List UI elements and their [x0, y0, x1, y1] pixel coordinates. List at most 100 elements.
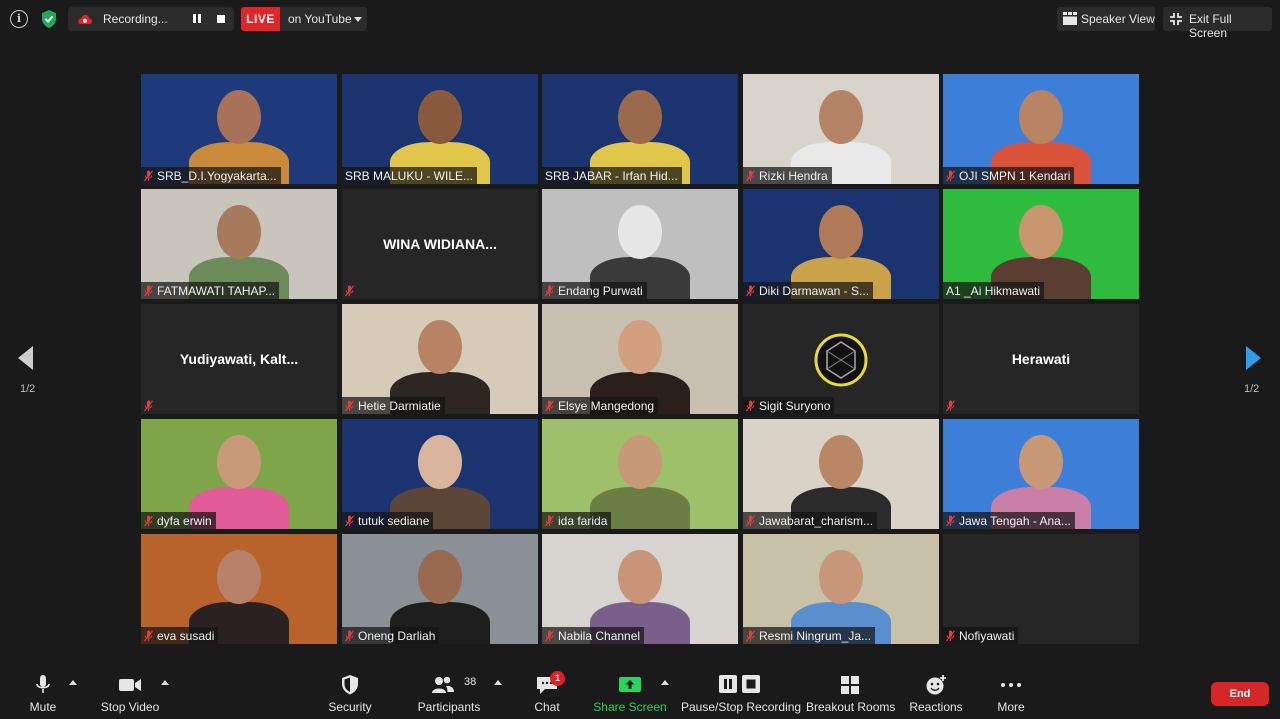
participants-button[interactable]: 38 Participants — [414, 664, 484, 719]
participants-options-caret-icon[interactable] — [494, 680, 502, 685]
breakout-rooms-button[interactable]: Breakout Rooms — [806, 664, 896, 719]
participants-count: 38 — [464, 676, 477, 688]
participant-name-label — [342, 282, 358, 299]
share-screen-label: Share Screen — [593, 700, 667, 714]
participant-name: OJI SMPN 1 Kendari — [959, 168, 1071, 183]
mute-button[interactable]: Mute — [18, 664, 68, 719]
participant-tile[interactable]: OJI SMPN 1 Kendari — [943, 74, 1139, 184]
participant-tile[interactable]: Resmi Ningrum_Ja... — [743, 534, 939, 644]
participant-tile[interactable]: Diki Darmawan - S... — [743, 189, 939, 299]
participant-tile[interactable]: Sigit Suryono — [743, 304, 939, 414]
video-options-caret-icon[interactable] — [161, 680, 169, 685]
participant-name-label: Oneng Darliah — [342, 627, 440, 644]
exit-fullscreen-icon — [1170, 13, 1182, 25]
participant-tile[interactable]: Elsye Mangedong — [542, 304, 738, 414]
participant-tile[interactable]: FATMAWATI TAHAP... — [141, 189, 337, 299]
participant-face — [418, 90, 462, 144]
participant-face — [618, 205, 662, 259]
pause-stop-recording-button[interactable]: Pause/Stop Recording — [681, 664, 801, 719]
more-dots-icon — [1001, 683, 1021, 687]
end-meeting-button[interactable]: End — [1211, 682, 1269, 706]
participant-tile[interactable]: dyfa erwin — [141, 419, 337, 529]
participant-name: SRB JABAR - Irfan Hid... — [545, 168, 678, 183]
participant-name-label: Sigit Suryono — [743, 397, 835, 414]
participant-face — [618, 90, 662, 144]
chat-unread-badge: 1 — [550, 671, 565, 686]
muted-microphone-icon — [946, 629, 955, 642]
exit-fullscreen-label: Exit Full Screen — [1189, 12, 1232, 40]
participant-tile[interactable]: Rizki Hendra — [743, 74, 939, 184]
muted-microphone-icon — [746, 284, 755, 297]
participant-tile[interactable]: SRB MALUKU - WILE... — [342, 74, 538, 184]
participant-tile[interactable]: ida farida — [542, 419, 738, 529]
video-gallery: SRB_D.I.Yogyakarta... SRB MALUKU - WILE..… — [141, 74, 1139, 644]
audio-options-caret-icon[interactable] — [69, 680, 77, 685]
participant-tile[interactable]: Nabila Channel — [542, 534, 738, 644]
security-button[interactable]: Security — [325, 664, 375, 719]
participant-name-label: Jawa Tengah - Ana... — [943, 512, 1075, 529]
participant-tile[interactable]: Nofiyawati — [943, 534, 1139, 644]
breakout-rooms-label: Breakout Rooms — [806, 700, 896, 714]
exit-fullscreen-button[interactable]: Exit Full Screen — [1163, 7, 1272, 40]
participant-name: Elsye Mangedong — [558, 398, 655, 413]
share-options-caret-icon[interactable] — [661, 680, 669, 685]
chat-button[interactable]: 1 Chat — [527, 664, 567, 719]
stream-target-dropdown[interactable]: on YouTube — [280, 7, 367, 31]
participant-face — [1019, 90, 1063, 144]
participant-face — [819, 435, 863, 489]
muted-microphone-icon — [345, 284, 354, 297]
muted-microphone-icon — [545, 629, 554, 642]
previous-page-arrow-icon[interactable] — [18, 346, 33, 370]
participant-tile[interactable]: Herawati — [943, 304, 1139, 414]
participant-name-label: Elsye Mangedong — [542, 397, 659, 414]
participant-name: FATMAWATI TAHAP... — [157, 283, 276, 298]
participant-tile[interactable]: Hetie Darmiatie — [342, 304, 538, 414]
muted-microphone-icon — [345, 629, 354, 642]
reactions-label: Reactions — [909, 700, 963, 714]
more-button[interactable]: More — [990, 664, 1032, 719]
participant-tile[interactable]: Oneng Darliah — [342, 534, 538, 644]
participant-name-label: SRB JABAR - Irfan Hid... — [542, 167, 682, 184]
muted-microphone-icon — [144, 514, 153, 527]
participant-display-name: Yudiyawati, Kalt... — [179, 351, 299, 367]
participant-face — [819, 550, 863, 604]
microphone-icon — [36, 675, 50, 693]
participant-name: Nofiyawati — [959, 628, 1015, 643]
participant-name-label: dyfa erwin — [141, 512, 216, 529]
participant-tile[interactable]: Jawabarat_charism... — [743, 419, 939, 529]
live-badge: LIVE — [241, 7, 280, 31]
stop-recording-button[interactable] — [217, 15, 225, 23]
pause-recording-button[interactable] — [191, 13, 203, 25]
muted-microphone-icon — [345, 514, 354, 527]
muted-microphone-icon — [144, 169, 153, 182]
security-shield-icon[interactable] — [38, 8, 60, 30]
participant-tile[interactable]: WINA WIDIANA... — [342, 189, 538, 299]
chevron-down-icon — [354, 17, 362, 22]
participant-tile[interactable]: Endang Purwati — [542, 189, 738, 299]
speaker-view-button[interactable]: Speaker View — [1057, 7, 1155, 31]
participant-tile[interactable]: Jawa Tengah - Ana... — [943, 419, 1139, 529]
participant-tile[interactable]: tutuk sediane — [342, 419, 538, 529]
participant-tile[interactable]: SRB_D.I.Yogyakarta... — [141, 74, 337, 184]
participant-name: Oneng Darliah — [358, 628, 436, 643]
participant-face — [217, 90, 261, 144]
participant-tile[interactable]: SRB JABAR - Irfan Hid... — [542, 74, 738, 184]
participant-tile[interactable]: A1 _Ai Hikmawati — [943, 189, 1139, 299]
share-screen-button[interactable]: Share Screen — [592, 664, 668, 719]
participant-name: dyfa erwin — [157, 513, 212, 528]
muted-microphone-icon — [746, 169, 755, 182]
next-page-arrow-icon[interactable] — [1246, 346, 1261, 370]
participant-tile[interactable]: eva susadi — [141, 534, 337, 644]
breakout-rooms-icon — [841, 676, 859, 694]
stop-video-button[interactable]: Stop Video — [98, 664, 162, 719]
participant-tile[interactable]: Yudiyawati, Kalt... — [141, 304, 337, 414]
share-screen-icon — [619, 677, 641, 692]
stop-video-label: Stop Video — [100, 700, 160, 714]
muted-microphone-icon — [345, 399, 354, 412]
info-icon[interactable]: i — [10, 10, 28, 28]
muted-microphone-icon — [144, 629, 153, 642]
reactions-button[interactable]: Reactions — [906, 664, 966, 719]
pause-stop-recording-icon — [719, 675, 760, 693]
participant-face — [618, 435, 662, 489]
participant-name-label: Nofiyawati — [943, 627, 1019, 644]
